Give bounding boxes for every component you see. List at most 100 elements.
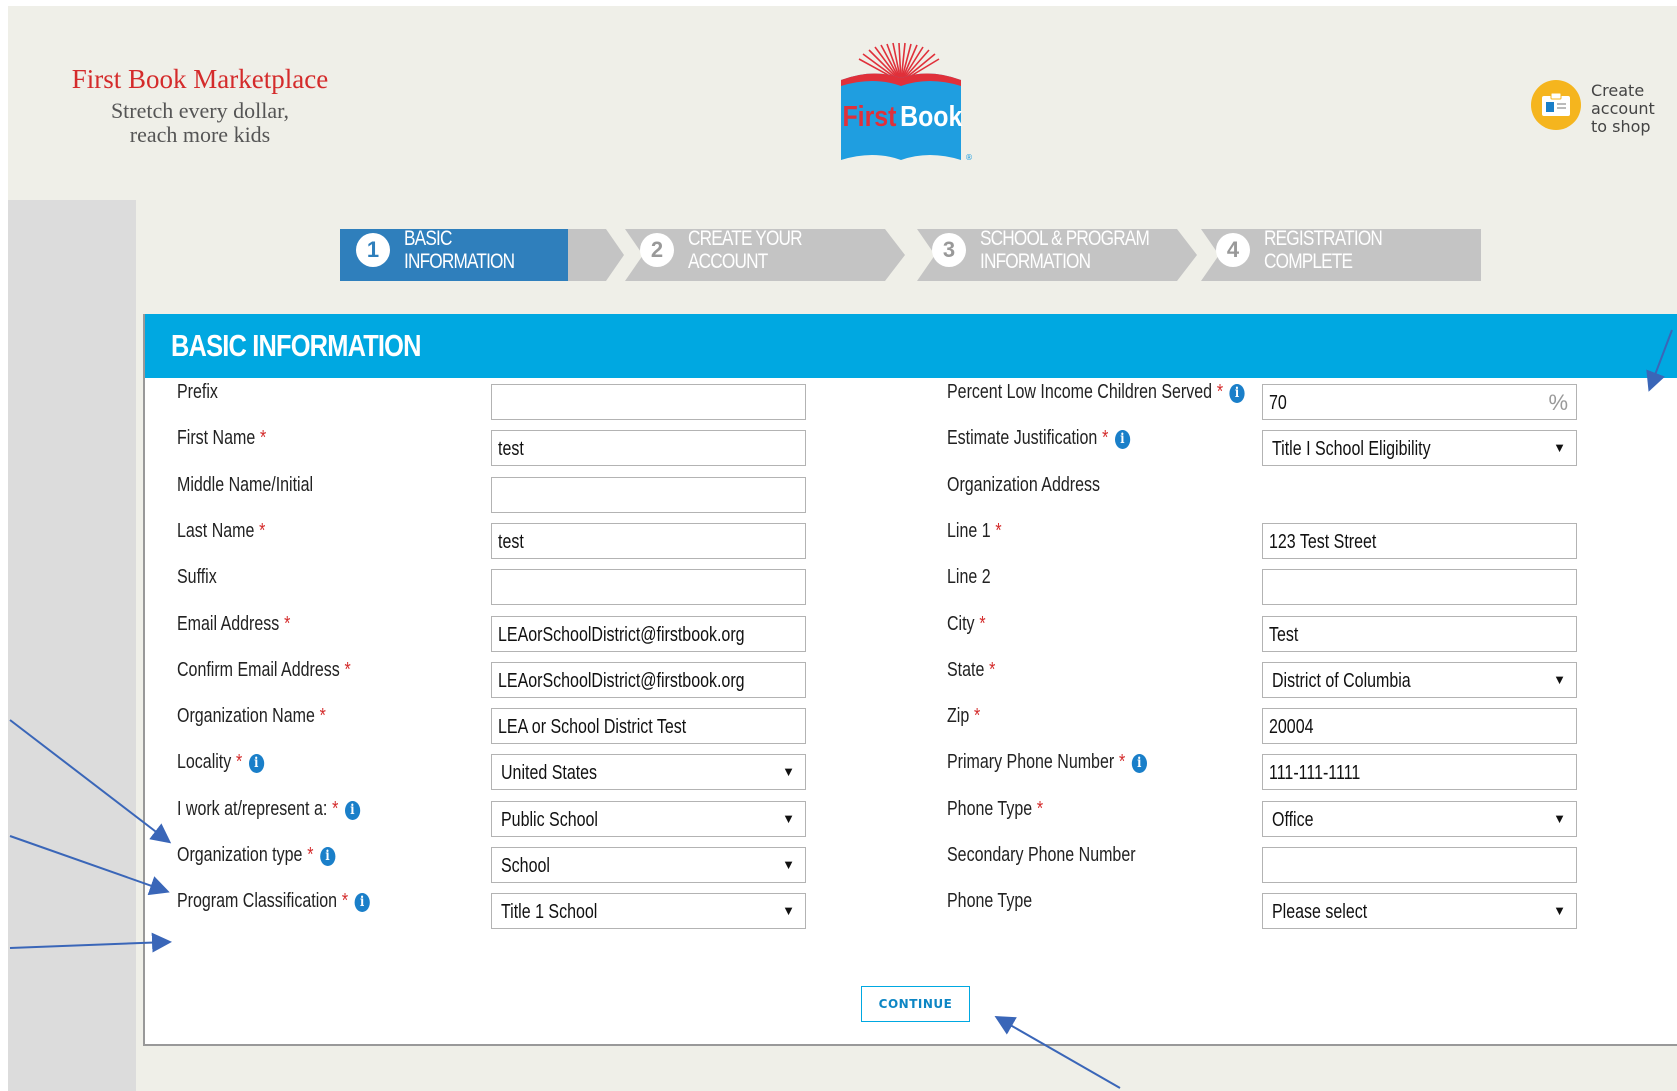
select-estimate-justification-1[interactable]: Title I School Eligibility ▼ [1262,430,1577,467]
step-2: 2 CREATE YOUR ACCOUNT [634,220,827,280]
required-asterisk: * [236,751,243,774]
label-confirm-email-address-6: Confirm Email Address * [177,659,351,682]
step-2-number: 2 [640,233,674,267]
input-percent-low-income-children-served-0[interactable]: 70% [1262,384,1577,420]
input-last-name-3[interactable]: test [491,522,806,559]
input-primary-phone-number-8[interactable]: 111-111-1111 [1262,754,1577,791]
select-state-6[interactable]: District of Columbia ▼ [1262,661,1577,698]
label-text-middle-name-initial-2: Middle Name/Initial [177,473,314,496]
field-value-phone-type-9: Office [1272,808,1314,831]
input-middle-name-initial-2[interactable] [491,476,806,513]
panel-header: BASIC INFORMATION [145,314,1677,378]
step-4-label: REGISTRATION COMPLETE [1264,227,1383,273]
label-city-5: City * [947,613,986,636]
continue-button[interactable]: CONTINUE [861,986,970,1022]
chevron-down-icon: ▼ [1553,810,1566,826]
label-text-prefix-0: Prefix [177,381,218,403]
chevron-down-icon: ▼ [1553,671,1566,687]
input-first-name-1[interactable]: test [491,430,806,467]
label-text-state-6: State [947,658,985,681]
required-asterisk: * [1102,427,1109,450]
label-text-line-1-3: Line 1 [947,519,991,542]
step-1: 1 BASIC INFORMATION [350,220,538,280]
input-organization-name-7[interactable]: LEA or School District Test [491,708,806,745]
label-organization-type-10: Organization type * i [177,844,336,867]
label-text-confirm-email-address-6: Confirm Email Address [177,658,340,681]
required-asterisk: * [307,844,314,866]
label-text-organization-type-10: Organization type [177,844,303,866]
step-3-number: 3 [932,233,966,267]
input-zip-7[interactable]: 20004 [1262,708,1577,745]
field-value-program-classification-11: Title 1 School [501,901,598,924]
field-value-state-6: District of Columbia [1272,669,1411,692]
label-text-city-5: City [947,612,975,635]
label-i-work-at-represent-a-9: I work at/represent a: * i [177,798,360,821]
label-organization-address-2: Organization Address [947,474,1100,497]
info-icon[interactable]: i [1114,430,1130,450]
input-line-1-3[interactable]: 123 Test Street [1262,522,1577,559]
field-value-phone-type-11: Please select [1272,901,1368,924]
info-icon[interactable]: i [344,800,360,820]
step-2-label: CREATE YOUR ACCOUNT [688,227,803,273]
field-value-first-name-1: test [498,438,524,461]
label-text-i-work-at-represent-a-9: I work at/represent a: [177,797,328,820]
select-phone-type-11[interactable]: Please select ▼ [1262,893,1577,930]
required-asterisk: * [341,890,349,913]
chevron-down-icon: ▼ [782,810,795,826]
input-suffix-4[interactable] [491,569,806,606]
label-text-last-name-3: Last Name [177,519,255,542]
field-value-line-1-3: 123 Test Street [1269,530,1377,553]
input-confirm-email-address-6[interactable]: LEAorSchoolDistrict@firstbook.org [491,661,806,698]
input-secondary-phone-number-10[interactable] [1262,847,1577,883]
label-text-organization-address-2: Organization Address [947,473,1100,496]
label-zip-7: Zip * [947,705,980,728]
label-prefix-0: Prefix [177,381,218,404]
label-middle-name-initial-2: Middle Name/Initial [177,474,313,497]
input-email-address-5[interactable]: LEAorSchoolDistrict@firstbook.org [491,615,806,652]
label-estimate-justification-1: Estimate Justification * i [947,427,1130,450]
info-icon[interactable]: i [248,754,264,774]
label-text-secondary-phone-number-10: Secondary Phone Number [947,844,1136,866]
required-asterisk: * [319,705,326,728]
chevron-down-icon: ▼ [1553,903,1566,919]
required-asterisk: * [979,612,986,635]
label-program-classification-11: Program Classification * i [177,890,370,913]
required-asterisk: * [1216,381,1224,403]
select-organization-type-10[interactable]: School ▼ [491,847,806,883]
field-value-last-name-3: test [498,530,524,553]
info-icon[interactable]: i [1229,384,1245,403]
label-text-primary-phone-number-8: Primary Phone Number [947,751,1115,774]
step-3: 3 SCHOOL & PROGRAM INFORMATION [926,220,1186,280]
progress-steps-shapes [340,229,1481,281]
label-text-percent-low-income-children-served-0: Percent Low Income Children Served [947,381,1213,403]
input-city-5[interactable]: Test [1262,615,1577,652]
label-text-line-2-4: Line 2 [947,566,991,589]
info-icon[interactable]: i [319,847,336,866]
select-i-work-at-represent-a-9[interactable]: Public School ▼ [491,800,806,837]
input-prefix-0[interactable] [491,384,806,420]
field-value-zip-7: 20004 [1269,716,1314,739]
label-phone-type-11: Phone Type [947,890,1032,913]
label-text-estimate-justification-1: Estimate Justification [947,427,1098,450]
label-line-2-4: Line 2 [947,566,991,589]
left-sidebar-strip [8,200,136,1091]
label-text-locality-8: Locality [177,751,232,774]
select-locality-8[interactable]: United States ▼ [491,754,806,791]
field-value-i-work-at-represent-a-9: Public School [501,808,598,831]
step-1-number: 1 [356,233,390,267]
label-percent-low-income-children-served-0: Percent Low Income Children Served * i [947,381,1245,404]
input-line-2-4[interactable] [1262,569,1577,606]
panel-title: BASIC INFORMATION [171,328,421,363]
field-value-primary-phone-number-8: 111-111-1111 [1269,762,1361,785]
select-phone-type-9[interactable]: Office ▼ [1262,800,1577,837]
info-icon[interactable]: i [1131,754,1147,774]
chevron-down-icon: ▼ [782,903,795,919]
select-program-classification-11[interactable]: Title 1 School ▼ [491,893,806,930]
required-asterisk: * [344,658,351,681]
field-value-organization-name-7: LEA or School District Test [498,716,687,739]
step-3-label: SCHOOL & PROGRAM INFORMATION [980,227,1150,273]
label-primary-phone-number-8: Primary Phone Number * i [947,751,1147,774]
required-asterisk: * [974,705,981,728]
required-asterisk: * [284,612,291,635]
info-icon[interactable]: i [354,893,370,913]
